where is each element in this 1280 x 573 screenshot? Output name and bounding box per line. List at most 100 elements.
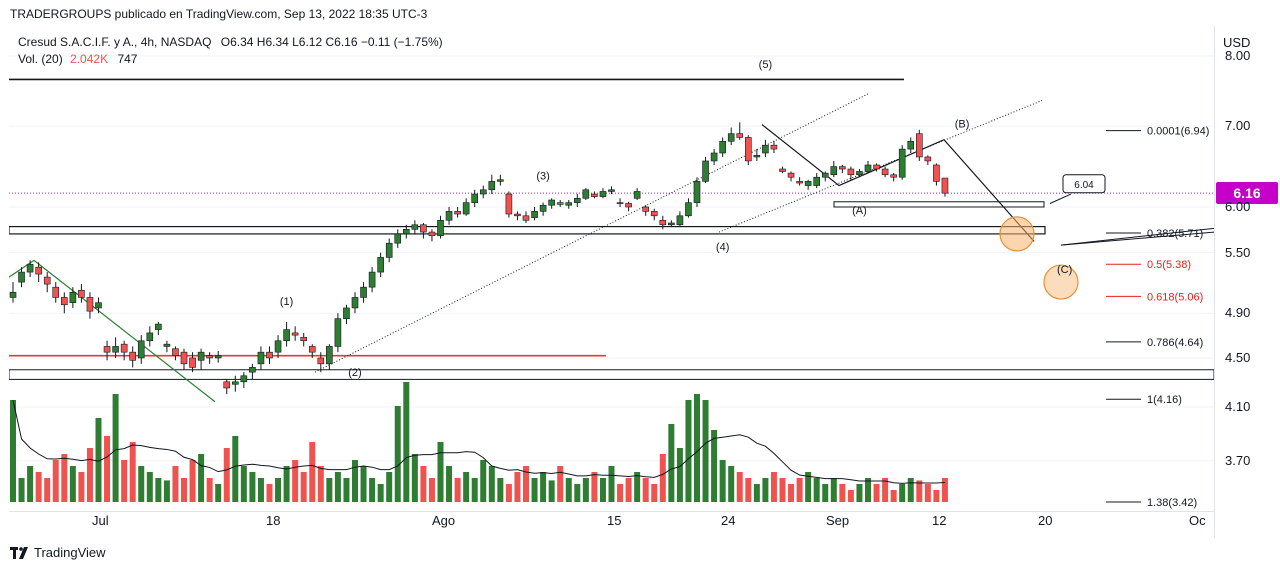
volume-bar [574,484,581,502]
candle-body [719,140,726,154]
wave-label: (1) [280,296,293,308]
volume-bar [155,478,162,502]
volume-bar [933,490,940,502]
chart-area[interactable]: 0.0001(6.94) 0.382(5.71) 0.5(5.38) 0.618(5.… [9,26,1214,511]
volume-bar [35,472,42,502]
candle-body [283,329,290,342]
volume-bar [420,466,427,502]
price-tick-label: 4.90 [1225,305,1251,321]
fib-level-label: 0.0001(6.94) [1147,126,1209,138]
volume-bar [463,472,470,502]
volume-label: Vol. (20) [18,52,63,66]
volume-bar [112,394,119,502]
volume-bar [916,480,923,502]
volume-bar [711,430,718,502]
candle-body [437,219,444,237]
candle-body [676,215,684,226]
candle-body [821,172,829,178]
candle-body [933,164,940,182]
price-tick-label: 4.50 [1225,349,1251,365]
volume-bar [625,478,632,502]
volume-bar [856,484,863,502]
candle-body [9,291,17,298]
candle-body [762,144,769,154]
candle-body [43,276,51,285]
candle-body [548,199,555,206]
candle-body [334,318,342,347]
candle-body [915,133,923,158]
volume-bar [403,382,410,502]
volume-bar [206,478,213,502]
volume-bar [890,490,897,502]
time-tick-label: 24 [721,513,736,528]
wave-label: (4) [716,242,729,254]
volume-bar [668,424,675,502]
candle-body [402,229,410,235]
candle-body [753,155,761,158]
candle-body [197,351,205,361]
price-tick-label: 5.50 [1225,244,1251,260]
volume-bar [796,478,803,502]
candle-body [881,168,889,176]
candle-body [428,231,436,237]
volume-bar [69,466,76,502]
volume-bar [104,436,111,502]
tradingview-logo[interactable]: TradingView [10,545,106,560]
volume-bar [266,484,273,502]
volume-bar [163,480,170,502]
volume-bar [292,460,299,502]
volume-bar [215,484,222,502]
price-tick-label: 4.10 [1225,398,1251,414]
candle-body [539,204,547,212]
support-zone [9,225,1046,235]
volume-bar [78,472,85,502]
candle-body [616,202,624,204]
candle-body [890,174,897,178]
volume-bar [27,466,34,502]
candle-body [317,357,325,365]
volume-bar [437,442,444,502]
candle-body [787,172,795,178]
support-zone-low [9,369,1214,380]
candle-body [103,346,111,353]
candle-body [650,211,658,217]
candle-body [856,171,863,176]
candle-body [497,179,504,182]
volume-bar [745,478,752,502]
candle-body [514,213,521,217]
currency-label[interactable]: USD [1223,35,1250,50]
target-callout: 6.04 [1062,174,1106,194]
volume-bar [471,478,478,502]
candle-body [471,193,479,203]
candle-body [308,346,316,353]
time-tick-label: 12 [932,513,947,528]
volume-bar [317,466,324,502]
candle-body [693,181,701,203]
volume-bar [548,480,555,502]
volume-bar [651,484,658,502]
volume-bar [779,478,786,502]
candle-body [479,189,487,195]
candle-body [240,375,248,383]
volume-bar [822,484,829,502]
volume-bar [907,478,914,502]
candle-body [522,215,530,221]
volume-bar [839,484,846,502]
volume-bar [770,472,777,502]
volume-bar [343,478,350,502]
volume-bar [121,460,128,502]
volume-bar [617,484,624,502]
candle-body [625,203,632,208]
candle-body [847,168,855,176]
time-axis[interactable]: Jul 18 Ago 15 24 Sep 12 20 Oc [9,511,1214,539]
candle-body [155,323,162,330]
candle-body [924,156,932,162]
volume-bar [61,454,68,502]
candle-body [941,177,949,194]
price-axis[interactable]: 6.16 8.00 7.00 6.00 5.50 4.90 4.50 4.10 3.70 [1214,26,1280,538]
candle-body [257,351,265,365]
volume-bar [10,400,16,502]
fib-level-label: 1.38(3.42) [1147,497,1197,509]
candle-body [95,302,102,309]
price-chart[interactable]: 0.0001(6.94)0.382(5.71)0.5(5.38)0.618(5.… [9,26,1214,511]
